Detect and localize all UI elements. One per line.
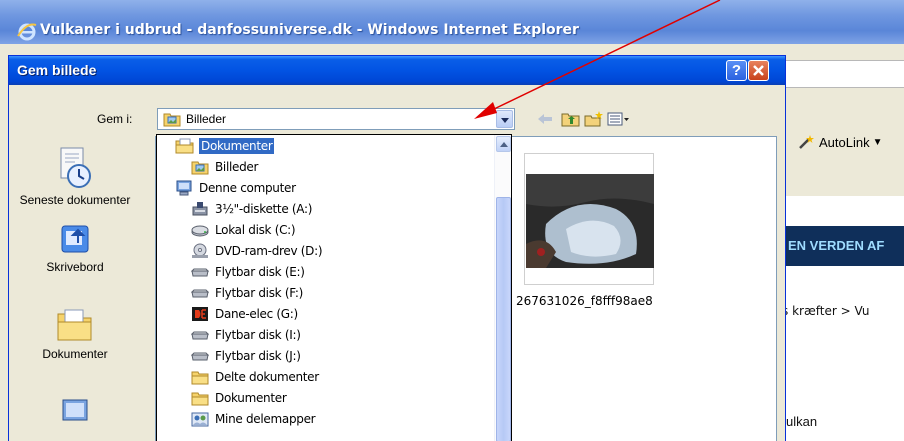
save-in-label: Gem i: bbox=[97, 112, 133, 126]
place-label: Dokumenter bbox=[42, 347, 108, 361]
ie-logo-icon bbox=[17, 23, 37, 41]
page-banner: EN VERDEN AF bbox=[780, 226, 904, 266]
folder-icon bbox=[191, 392, 209, 406]
dropdown-item-label: Flytbar disk (J:) bbox=[215, 349, 301, 363]
ie-window-title: Vulkaner i udbrud - danfossuniverse.dk -… bbox=[40, 22, 579, 38]
dropdown-item-label: Denne computer bbox=[199, 181, 296, 195]
removable-disk-icon bbox=[191, 289, 209, 298]
dropdown-item-pictures[interactable]: Billeder bbox=[191, 157, 260, 177]
removable-disk-icon bbox=[191, 268, 209, 277]
dropdown-item-label: Delte dokumenter bbox=[215, 370, 319, 384]
dropdown-item-label: Flytbar disk (I:) bbox=[215, 328, 301, 342]
pictures-folder-icon bbox=[191, 161, 209, 175]
dropdown-item-local-disk-c[interactable]: Lokal disk (C:) bbox=[191, 220, 297, 240]
save-in-combobox[interactable]: Billeder bbox=[157, 108, 515, 130]
dropdown-item-documents[interactable]: Dokumenter bbox=[175, 136, 275, 156]
dropdown-item-shared-documents[interactable]: Delte dokumenter bbox=[191, 367, 321, 387]
new-folder-icon[interactable] bbox=[584, 111, 604, 127]
shared-folder-icon bbox=[191, 371, 209, 385]
place-label: Skrivebord bbox=[46, 260, 104, 274]
autolink-label: AutoLink bbox=[819, 134, 870, 150]
place-desktop[interactable]: Skrivebord bbox=[19, 221, 131, 274]
breadcrumb[interactable]: s kræfter > Vu bbox=[782, 304, 869, 318]
save-in-value: Billeder bbox=[186, 112, 227, 126]
dropdown-item-dvd-drive[interactable]: DVD-ram-drev (D:) bbox=[191, 241, 324, 261]
recent-documents-icon bbox=[60, 147, 91, 188]
close-button[interactable] bbox=[748, 60, 769, 81]
volcano-photo-thumbnail bbox=[526, 174, 654, 268]
dropdown-item-floppy[interactable]: 3½"-diskette (A:) bbox=[191, 199, 314, 219]
floppy-icon bbox=[192, 202, 208, 216]
image-thumbnail[interactable] bbox=[524, 153, 654, 285]
place-recent-documents[interactable]: Seneste dokumenter bbox=[19, 146, 131, 207]
computer-icon bbox=[176, 180, 192, 196]
chevron-down-icon: ▼ bbox=[872, 136, 883, 148]
dropdown-item-label: Lokal disk (C:) bbox=[215, 223, 296, 237]
dropdown-item-label: Dokumenter bbox=[215, 391, 287, 405]
page-text: ulkan bbox=[786, 414, 818, 429]
up-folder-icon[interactable] bbox=[561, 111, 581, 127]
ie-title-bar: Vulkaner i udbrud - danfossuniverse.dk -… bbox=[0, 0, 904, 44]
computer-icon bbox=[62, 399, 88, 421]
help-button[interactable]: ? bbox=[726, 60, 747, 81]
dialog-title-bar[interactable]: Gem billede ? bbox=[9, 56, 785, 85]
thumbnail-caption: 267631026_f8fff98ae8 bbox=[516, 294, 653, 308]
dropdown-item-my-shared-folders[interactable]: Mine delemapper bbox=[191, 409, 317, 429]
dropdown-item-label: Flytbar disk (F:) bbox=[215, 286, 304, 300]
dropdown-item-removable-j[interactable]: Flytbar disk (J:) bbox=[191, 346, 303, 366]
dropdown-item-label: DVD-ram-drev (D:) bbox=[215, 244, 323, 258]
scroll-up-button[interactable] bbox=[496, 136, 511, 152]
place-documents[interactable]: Dokumenter bbox=[19, 304, 131, 361]
dropdown-item-label: Dane-elec (G:) bbox=[215, 307, 298, 321]
dropdown-item-label: Flytbar disk (E:) bbox=[215, 265, 305, 279]
shared-folders-icon bbox=[191, 412, 209, 427]
documents-icon bbox=[175, 138, 194, 154]
scroll-thumb[interactable] bbox=[496, 197, 511, 441]
dvd-drive-icon bbox=[192, 243, 208, 258]
places-bar: Seneste dokumenter Skrivebord Dokumenter bbox=[19, 136, 131, 441]
removable-disk-icon bbox=[191, 331, 209, 340]
dropdown-item-label: Mine delemapper bbox=[215, 412, 316, 426]
back-arrow-icon[interactable] bbox=[536, 111, 554, 127]
desktop-icon bbox=[61, 225, 89, 253]
autolink-wand-icon bbox=[799, 135, 814, 149]
save-in-dropdown-list[interactable]: Dokumenter Billeder Denne computer 3½"-d… bbox=[156, 134, 512, 441]
dropdown-item-removable-f[interactable]: Flytbar disk (F:) bbox=[191, 283, 305, 303]
dropdown-item-removable-i[interactable]: Flytbar disk (I:) bbox=[191, 325, 303, 345]
views-menu-icon[interactable] bbox=[607, 111, 631, 127]
dropdown-item-label: 3½"-diskette (A:) bbox=[215, 202, 313, 216]
documents-folder-icon bbox=[57, 309, 92, 341]
dane-elec-icon bbox=[192, 307, 208, 321]
dropdown-item-documents-folder[interactable]: Dokumenter bbox=[191, 388, 288, 408]
ie-address-bar[interactable] bbox=[780, 60, 904, 88]
combo-dropdown-button[interactable] bbox=[496, 110, 513, 128]
autolink-button[interactable]: AutoLink ▼ bbox=[798, 134, 883, 150]
dropdown-item-removable-e[interactable]: Flytbar disk (E:) bbox=[191, 262, 307, 282]
pictures-folder-icon bbox=[163, 113, 181, 127]
removable-disk-icon bbox=[191, 352, 209, 361]
dropdown-item-my-computer[interactable]: Denne computer bbox=[175, 178, 298, 198]
dropdown-scrollbar[interactable] bbox=[494, 135, 511, 441]
close-icon bbox=[753, 65, 764, 76]
dropdown-item-label: Dokumenter bbox=[199, 138, 275, 154]
dropdown-item-dane-elec[interactable]: Dane-elec (G:) bbox=[191, 304, 300, 324]
place-label: Seneste dokumenter bbox=[19, 193, 131, 207]
dialog-title: Gem billede bbox=[17, 62, 97, 78]
hard-disk-icon bbox=[191, 225, 209, 237]
place-my-computer[interactable] bbox=[19, 392, 131, 432]
dropdown-item-label: Billeder bbox=[215, 160, 259, 174]
